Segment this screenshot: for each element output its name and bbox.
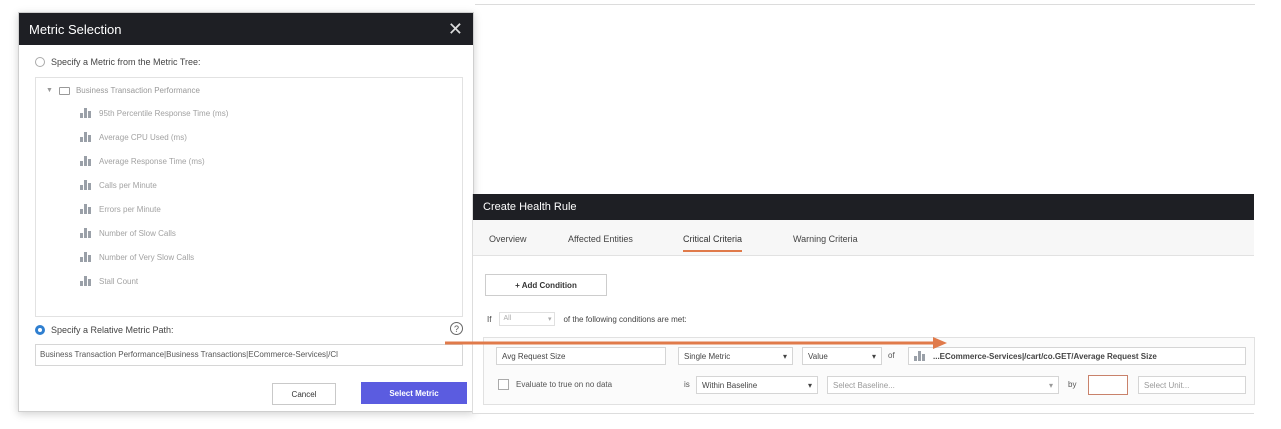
folder-icon [58,86,70,95]
cancel-button[interactable]: Cancel [272,383,336,405]
if-label: If [487,314,492,324]
select-metric-button[interactable]: Select Metric [361,382,467,404]
value-select-value: Value [808,351,828,361]
bar-chart-icon [80,252,92,262]
metric-tree-option[interactable]: Specify a Metric from the Metric Tree: [35,57,201,67]
divider [475,4,1255,5]
match-type-value: All [503,315,512,322]
tree-item-label: Stall Count [99,276,139,286]
relative-path-input[interactable]: Business Transaction Performance|Busines… [35,344,463,366]
unit-placeholder: Select Unit... [1144,380,1190,390]
bar-chart-icon [80,156,92,166]
by-label: by [1068,380,1077,389]
bar-chart-icon [80,276,92,286]
tree-item-label: Calls per Minute [99,180,157,190]
comparison-value: Within Baseline [702,380,758,390]
metric-selection-dialog: Metric Selection ✕ Specify a Metric from… [18,12,474,412]
metric-tree-radio[interactable] [35,57,45,67]
chevron-down-icon: ▾ [547,316,552,323]
match-type-select[interactable]: All ▾ [499,312,556,326]
panel-title: Create Health Rule [473,194,1254,220]
arrow-annotation [445,337,947,349]
chevron-down-icon: ▾ [782,351,787,361]
help-icon[interactable]: ? [450,322,463,335]
tree-item-label: Errors per Minute [99,204,161,214]
dialog-header: Metric Selection ✕ [19,13,473,45]
tab-affected-entities[interactable]: Affected Entities [568,234,633,244]
dialog-title: Metric Selection [29,21,122,37]
chevron-down-icon: ▾ [1048,380,1053,390]
create-health-rule-panel: Create Health Rule Overview Affected Ent… [472,194,1255,414]
of-label: of [888,351,895,360]
tab-warning-criteria[interactable]: Warning Criteria [793,234,858,244]
tree-item[interactable]: Number of Slow Calls [80,228,176,238]
tree-item[interactable]: Average Response Time (ms) [80,156,205,166]
comparison-select[interactable]: Within Baseline ▾ [696,376,818,394]
baseline-placeholder: Select Baseline... [833,380,895,390]
tab-bar: Overview Affected Entities Critical Crit… [473,220,1254,256]
tree-item-label: Average CPU Used (ms) [99,132,187,142]
expand-triangle-icon[interactable]: ▼ [46,87,53,94]
tree-item[interactable]: Errors per Minute [80,204,161,214]
tree-item[interactable]: Calls per Minute [80,180,157,190]
evaluate-no-data-checkbox[interactable] [498,379,509,390]
relative-path-option[interactable]: Specify a Relative Metric Path: [35,325,174,335]
relative-path-radio[interactable] [35,325,45,335]
bar-chart-icon [80,204,92,214]
chevron-down-icon: ▾ [871,351,876,361]
tree-root-label: Business Transaction Performance [75,86,200,95]
close-icon[interactable]: ✕ [448,20,463,38]
bar-chart-icon [80,180,92,190]
condition-name-value: Avg Request Size [502,351,566,361]
metric-path-field[interactable]: ...ECommerce-Services|/cart/co.GET/Avera… [908,347,1246,365]
metric-tree-option-label: Specify a Metric from the Metric Tree: [51,57,201,67]
by-value-input[interactable] [1088,375,1128,395]
condition-match-row: If All ▾ of the following conditions are… [487,312,687,326]
metric-path-value: ...ECommerce-Services|/cart/co.GET/Avera… [933,351,1157,361]
add-condition-button[interactable]: + Add Condition [485,274,607,296]
relative-path-option-label: Specify a Relative Metric Path: [51,325,174,335]
is-label: is [684,380,690,389]
evaluate-no-data-label: Evaluate to true on no data [516,380,613,389]
baseline-select[interactable]: Select Baseline... ▾ [827,376,1059,394]
bar-chart-icon [80,228,92,238]
tree-root[interactable]: ▼ Business Transaction Performance [46,86,200,95]
tree-item-label: Number of Very Slow Calls [99,252,195,262]
unit-select[interactable]: Select Unit... [1138,376,1246,394]
tree-item[interactable]: Number of Very Slow Calls [80,252,194,262]
screenshot-stage: Metric Selection ✕ Specify a Metric from… [0,0,1281,429]
metric-type-value: Single Metric [684,351,731,361]
tree-item[interactable]: 95th Percentile Response Time (ms) [80,108,228,118]
tree-item-label: 95th Percentile Response Time (ms) [99,108,229,118]
bar-chart-icon [80,132,92,142]
chevron-down-icon: ▾ [807,380,812,390]
tree-item-label: Number of Slow Calls [99,228,176,238]
tab-overview[interactable]: Overview [489,234,527,244]
tree-item[interactable]: Average CPU Used (ms) [80,132,187,142]
bar-chart-icon [80,108,92,118]
tab-critical-criteria[interactable]: Critical Criteria [683,234,743,252]
conditions-text: of the following conditions are met: [563,314,687,324]
metric-tree: ▼ Business Transaction Performance 95th … [35,77,463,317]
tree-item-label: Average Response Time (ms) [99,156,205,166]
bar-chart-icon [914,351,926,361]
tree-item[interactable]: Stall Count [80,276,138,286]
